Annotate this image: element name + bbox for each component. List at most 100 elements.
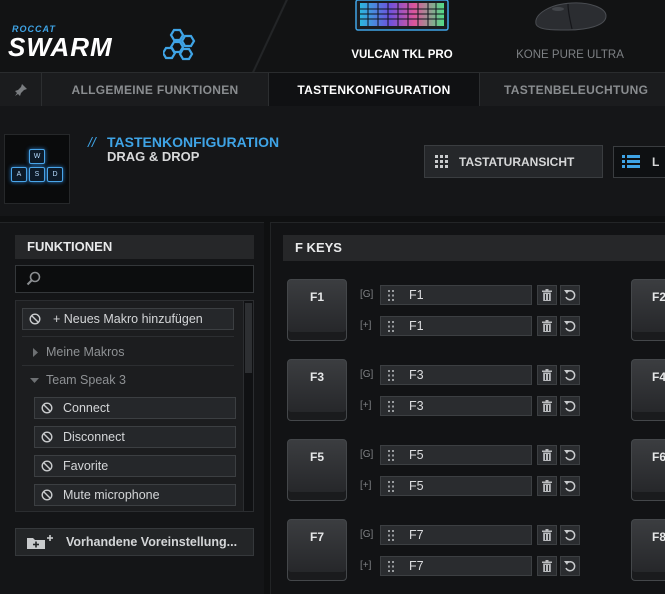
list-divider	[22, 336, 234, 337]
wasd-keys-icon: W A S D	[4, 134, 70, 204]
add-macro-item[interactable]: + Neues Makro hinzufügen	[22, 308, 234, 330]
function-item-label: Favorite	[63, 459, 109, 473]
list-view-button[interactable]: L	[613, 146, 665, 178]
function-item-label: Connect	[63, 401, 110, 415]
function-item-favorite[interactable]: Favorite	[34, 455, 236, 477]
function-item-mute-microphone[interactable]: Mute microphone	[34, 484, 236, 506]
list-icon	[622, 155, 640, 168]
add-macro-label: + Neues Makro hinzufügen	[53, 312, 203, 326]
key-f2[interactable]: F2	[631, 279, 665, 341]
slot-plus[interactable]: F3	[380, 396, 532, 416]
trash-icon	[542, 480, 552, 492]
tag-plus: [+]	[360, 320, 372, 331]
header-divider	[250, 0, 290, 72]
scrollbar-thumb[interactable]	[245, 303, 252, 373]
tab-allgemeine-funktionen[interactable]: ALLGEMEINE FUNKTIONEN	[42, 73, 268, 107]
delete-button[interactable]	[537, 445, 557, 465]
delete-button[interactable]	[537, 316, 557, 336]
function-item-connect[interactable]: Connect	[34, 397, 236, 419]
key-label: F1	[309, 290, 324, 304]
block-icon	[29, 313, 41, 325]
reset-button[interactable]	[560, 316, 580, 336]
function-item-disconnect[interactable]: Disconnect	[34, 426, 236, 448]
key-label: F6	[652, 450, 665, 464]
title-slash: //	[88, 134, 96, 150]
key-f8[interactable]: F8	[631, 519, 665, 581]
wasd-key-a: A	[11, 167, 27, 182]
undo-icon	[564, 480, 576, 492]
reset-button[interactable]	[560, 285, 580, 305]
tag-plus: [+]	[360, 560, 372, 571]
key-f3[interactable]: F3	[287, 359, 347, 421]
slot-g[interactable]: F5	[380, 445, 532, 465]
slot-label: F1	[409, 288, 424, 302]
undo-icon	[564, 289, 576, 301]
slot-label: F1	[409, 319, 424, 333]
swarm-logo-text: SWARM	[8, 32, 113, 62]
tab-tastenbeleuchtung[interactable]: TASTENBELEUCHTUNG	[480, 73, 665, 107]
key-label: F8	[652, 530, 665, 544]
delete-button[interactable]	[537, 365, 557, 385]
slot-label: F7	[409, 559, 424, 573]
trash-icon	[542, 529, 552, 541]
hexagon-logo-icon	[163, 28, 196, 61]
device-vulcan-tkl-pro[interactable]: VULCAN TKL PRO	[336, 0, 468, 61]
key-f5[interactable]: F5	[287, 439, 347, 501]
keyboard-view-button[interactable]: TASTATURANSICHT	[424, 145, 603, 178]
trash-icon	[542, 369, 552, 381]
delete-button[interactable]	[537, 525, 557, 545]
reset-button[interactable]	[560, 396, 580, 416]
reset-button[interactable]	[560, 445, 580, 465]
block-icon	[41, 489, 53, 501]
device-kone-pure-ultra[interactable]: KONE PURE ULTRA	[510, 0, 630, 61]
slot-plus[interactable]: F5	[380, 476, 532, 496]
wasd-key-w: W	[29, 149, 45, 164]
reset-button[interactable]	[560, 365, 580, 385]
reset-button[interactable]	[560, 525, 580, 545]
key-f4[interactable]: F4	[631, 359, 665, 421]
slot-g[interactable]: F3	[380, 365, 532, 385]
trash-icon	[542, 320, 552, 332]
undo-icon	[564, 320, 576, 332]
functions-search-input[interactable]	[15, 265, 254, 293]
fkeys-panel: F KEYS F1 [G] F1 [+] F1 F2 F3 [G] F3 [+] F3 F4 F5 [G]…	[270, 222, 665, 594]
pin-icon	[14, 84, 27, 96]
key-f7[interactable]: F7	[287, 519, 347, 581]
undo-icon	[564, 560, 576, 572]
wasd-key-d: D	[47, 167, 63, 182]
reset-button[interactable]	[560, 476, 580, 496]
presets-button[interactable]: Vorhandene Voreinstellung...	[15, 528, 254, 556]
drag-handle-icon	[388, 450, 394, 461]
reset-button[interactable]	[560, 556, 580, 576]
slot-g[interactable]: F7	[380, 525, 532, 545]
tag-g: [G]	[360, 529, 374, 540]
list-divider	[22, 365, 234, 366]
slot-label: F5	[409, 448, 424, 462]
group-teamspeak[interactable]: Team Speak 3	[30, 369, 126, 391]
delete-button[interactable]	[537, 285, 557, 305]
key-f1[interactable]: F1	[287, 279, 347, 341]
delete-button[interactable]	[537, 396, 557, 416]
slot-label: F3	[409, 399, 424, 413]
delete-button[interactable]	[537, 476, 557, 496]
drag-handle-icon	[388, 321, 394, 332]
drag-handle-icon	[388, 561, 394, 572]
tab-tastenkonfiguration[interactable]: TASTENKONFIGURATION	[268, 73, 480, 108]
key-label: F7	[309, 530, 324, 544]
key-f6[interactable]: F6	[631, 439, 665, 501]
key-label: F2	[652, 290, 665, 304]
slot-g[interactable]: F1	[380, 285, 532, 305]
list-view-label: L	[652, 155, 660, 169]
tag-g: [G]	[360, 289, 374, 300]
slot-plus[interactable]: F7	[380, 556, 532, 576]
delete-button[interactable]	[537, 556, 557, 576]
drag-handle-icon	[388, 401, 394, 412]
pin-button[interactable]	[0, 73, 42, 107]
block-icon	[41, 402, 53, 414]
slot-plus[interactable]: F1	[380, 316, 532, 336]
group-my-macros[interactable]: Meine Makros	[30, 341, 125, 363]
undo-icon	[564, 529, 576, 541]
fkeys-heading: F KEYS	[283, 235, 665, 261]
device-label-mouse: KONE PURE ULTRA	[516, 49, 624, 61]
functions-scrollbar[interactable]	[243, 300, 254, 512]
